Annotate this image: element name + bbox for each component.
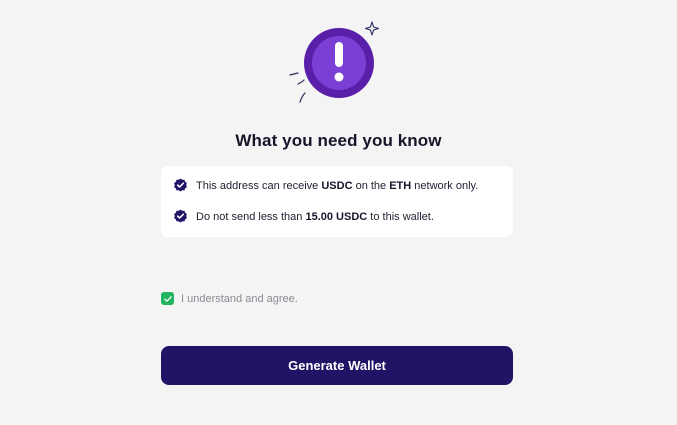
wallet-warning-page: What you need you know This address can … — [0, 0, 677, 425]
network-name: ETH — [389, 179, 412, 192]
agree-checkbox[interactable]: I understand and agree. — [161, 292, 298, 305]
notice-row-minimum: Do not send less than 15.00 USDC to this… — [173, 209, 434, 224]
exclamation-icon — [289, 21, 380, 103]
notice-text: Do not send less than 15.00 USDC to this… — [196, 210, 434, 223]
notice-text: This address can receive USDC on the ETH… — [196, 179, 479, 192]
agree-label[interactable]: I understand and agree. — [181, 293, 298, 305]
checkmark-icon — [163, 295, 172, 302]
token-name: USDC — [321, 179, 353, 192]
notice-row-network: This address can receive USDC on the ETH… — [173, 178, 478, 193]
generate-wallet-button[interactable]: Generate Wallet — [161, 346, 513, 385]
check-circle-icon — [174, 209, 187, 223]
notice-card: This address can receive USDC on the ETH… — [161, 166, 513, 237]
check-circle-icon — [174, 178, 187, 192]
page-title: What you need you know — [235, 131, 442, 150]
minimum-amount: 15.00 USDC — [305, 210, 368, 223]
checkbox-checked-icon[interactable] — [161, 292, 174, 305]
